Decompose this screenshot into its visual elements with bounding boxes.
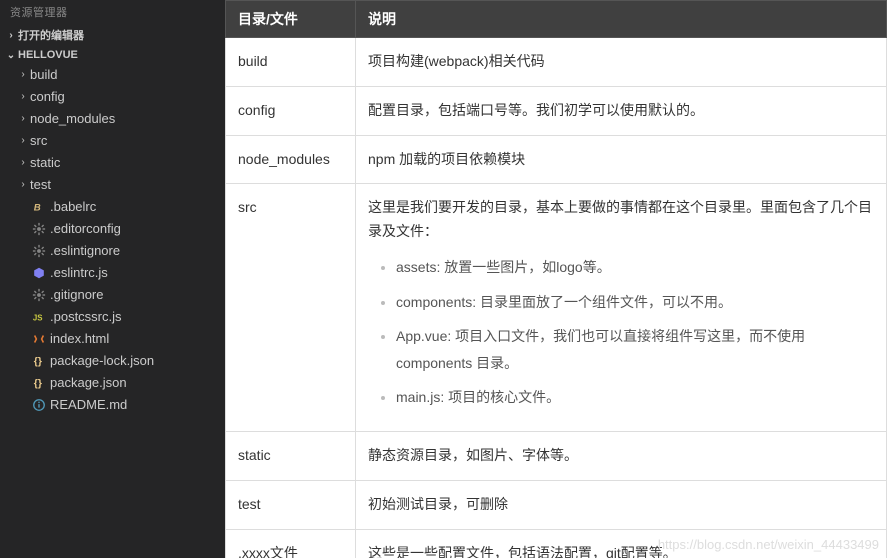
table-header-desc: 说明	[356, 1, 887, 38]
svg-text:JS: JS	[33, 314, 43, 323]
chevron-right-icon: ›	[16, 154, 30, 172]
tree-folder[interactable]: ›build	[0, 64, 225, 86]
cell-desc: 初始测试目录，可删除	[356, 480, 887, 529]
table-row: .xxxx文件这些是一些配置文件，包括语法配置，git配置等。	[226, 529, 887, 558]
babel-icon: B	[30, 200, 48, 214]
cell-dir: static	[226, 431, 356, 480]
cell-dir: node_modules	[226, 135, 356, 184]
tree-file[interactable]: {} package.json	[0, 372, 225, 394]
table-row: build项目构建(webpack)相关代码	[226, 38, 887, 87]
cell-dir: test	[226, 480, 356, 529]
cell-desc: npm 加载的项目依赖模块	[356, 135, 887, 184]
tree-item-label: build	[30, 66, 57, 84]
tree-folder[interactable]: ›src	[0, 130, 225, 152]
gear-icon	[30, 288, 48, 302]
list-item: components: 目录里面放了一个组件文件，可以不用。	[396, 289, 874, 316]
tree-item-label: package-lock.json	[50, 352, 154, 370]
html-icon	[30, 332, 48, 346]
tree-folder[interactable]: ›test	[0, 174, 225, 196]
cell-dir: config	[226, 86, 356, 135]
tree-item-label: node_modules	[30, 110, 115, 128]
tree-item-label: config	[30, 88, 65, 106]
tree-item-label: test	[30, 176, 51, 194]
desc-list: assets: 放置一些图片，如logo等。 components: 目录里面放了…	[368, 254, 874, 411]
tree-file[interactable]: index.html	[0, 328, 225, 350]
content-pane: 目录/文件 说明 build项目构建(webpack)相关代码config配置目…	[225, 0, 887, 558]
cell-desc: 这些是一些配置文件，包括语法配置，git配置等。	[356, 529, 887, 558]
section-open-editors[interactable]: › 打开的编辑器	[0, 24, 225, 46]
tree-file[interactable]: {} package-lock.json	[0, 350, 225, 372]
directory-table: 目录/文件 说明 build项目构建(webpack)相关代码config配置目…	[225, 0, 887, 558]
cell-dir: .xxxx文件	[226, 529, 356, 558]
tree-item-label: .eslintrc.js	[50, 264, 108, 282]
cell-desc: 静态资源目录，如图片、字体等。	[356, 431, 887, 480]
json-icon: {}	[30, 376, 48, 390]
chevron-right-icon: ›	[4, 30, 18, 41]
explorer-sidebar: 资源管理器 › 打开的编辑器 ⌄ HELLOVUE ›build›config›…	[0, 0, 225, 558]
cell-dir: build	[226, 38, 356, 87]
tree-item-label: src	[30, 132, 47, 150]
table-row: config配置目录，包括端口号等。我们初学可以使用默认的。	[226, 86, 887, 135]
chevron-right-icon: ›	[16, 88, 30, 106]
table-row: src这里是我们要开发的目录，基本上要做的事情都在这个目录里。里面包含了几个目录…	[226, 184, 887, 432]
table-row: test初始测试目录，可删除	[226, 480, 887, 529]
tree-file[interactable]: .editorconfig	[0, 218, 225, 240]
section-label: 打开的编辑器	[18, 27, 84, 43]
tree-item-label: README.md	[50, 396, 127, 414]
table-row: static静态资源目录，如图片、字体等。	[226, 431, 887, 480]
list-item: App.vue: 项目入口文件，我们也可以直接将组件写这里，而不使用 compo…	[396, 323, 874, 376]
tree-item-label: .postcssrc.js	[50, 308, 122, 326]
svg-text:{}: {}	[34, 378, 42, 390]
tree-file[interactable]: B .babelrc	[0, 196, 225, 218]
svg-text:{}: {}	[34, 356, 42, 368]
tree-file[interactable]: JS .postcssrc.js	[0, 306, 225, 328]
tree-item-label: .editorconfig	[50, 220, 121, 238]
tree-item-label: index.html	[50, 330, 109, 348]
section-project[interactable]: ⌄ HELLOVUE	[0, 46, 225, 64]
cell-desc: 项目构建(webpack)相关代码	[356, 38, 887, 87]
chevron-right-icon: ›	[16, 176, 30, 194]
svg-text:B: B	[34, 203, 41, 214]
gear-icon	[30, 244, 48, 258]
tree-file[interactable]: README.md	[0, 394, 225, 416]
tree-file[interactable]: .eslintignore	[0, 240, 225, 262]
chevron-right-icon: ›	[16, 132, 30, 150]
list-item: main.js: 项目的核心文件。	[396, 384, 874, 411]
tree-item-label: .babelrc	[50, 198, 96, 216]
tree-item-label: static	[30, 154, 60, 172]
json-icon: {}	[30, 354, 48, 368]
tree-folder[interactable]: ›static	[0, 152, 225, 174]
chevron-down-icon: ⌄	[4, 50, 18, 61]
chevron-right-icon: ›	[16, 66, 30, 84]
cell-desc: 这里是我们要开发的目录，基本上要做的事情都在这个目录里。里面包含了几个目录及文件…	[356, 184, 887, 432]
table-row: node_modulesnpm 加载的项目依赖模块	[226, 135, 887, 184]
tree-folder[interactable]: ›node_modules	[0, 108, 225, 130]
tree-item-label: .gitignore	[50, 286, 103, 304]
info-icon	[30, 398, 48, 412]
section-label: HELLOVUE	[18, 49, 78, 61]
list-item: assets: 放置一些图片，如logo等。	[396, 254, 874, 281]
tree-file[interactable]: .eslintrc.js	[0, 262, 225, 284]
gear-icon	[30, 222, 48, 236]
chevron-right-icon: ›	[16, 110, 30, 128]
tree-file[interactable]: .gitignore	[0, 284, 225, 306]
tree-folder[interactable]: ›config	[0, 86, 225, 108]
explorer-title: 资源管理器	[0, 0, 225, 24]
tree-item-label: package.json	[50, 374, 127, 392]
cell-dir: src	[226, 184, 356, 432]
file-tree: ›build›config›node_modules›src›static›te…	[0, 64, 225, 416]
js-icon: JS	[30, 310, 48, 324]
table-header-dir: 目录/文件	[226, 1, 356, 38]
cell-desc: 配置目录，包括端口号等。我们初学可以使用默认的。	[356, 86, 887, 135]
eslint-icon	[30, 266, 48, 280]
tree-item-label: .eslintignore	[50, 242, 120, 260]
